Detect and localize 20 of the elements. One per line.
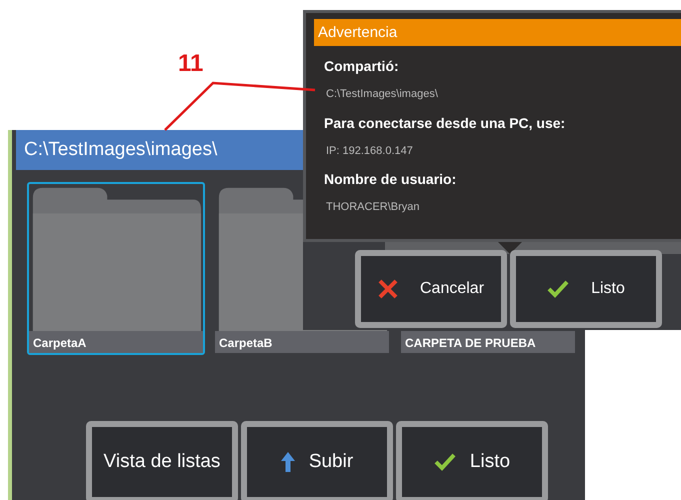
folder-label: CarpetaB	[215, 331, 389, 353]
folder-label: CarpetaA	[29, 331, 203, 353]
list-view-button[interactable]: Vista de listas	[86, 421, 238, 500]
cancel-button[interactable]: Cancelar	[355, 250, 507, 328]
field-label: Nombre de usuario:	[324, 170, 458, 189]
field-value: THORACER\Bryan	[326, 200, 421, 215]
check-icon	[547, 280, 570, 298]
done-button[interactable]: Listo	[510, 250, 662, 328]
field-value: IP: 192.168.0.147	[326, 144, 414, 158]
up-arrow-icon	[280, 452, 295, 472]
close-icon	[378, 279, 398, 299]
field-value: C:\TestImages\images\	[326, 87, 439, 102]
dialog-title: Advertencia	[314, 19, 681, 46]
callout-number: 11	[178, 49, 204, 79]
field-label: Para conectarse desde una PC, use:	[324, 114, 566, 132]
field-label: Compartió:	[324, 57, 400, 76]
up-button[interactable]: Subir	[241, 421, 393, 500]
check-icon	[434, 453, 456, 471]
folder-tile[interactable]: CarpetaA	[27, 182, 205, 355]
done-button[interactable]: Listo	[396, 421, 548, 500]
